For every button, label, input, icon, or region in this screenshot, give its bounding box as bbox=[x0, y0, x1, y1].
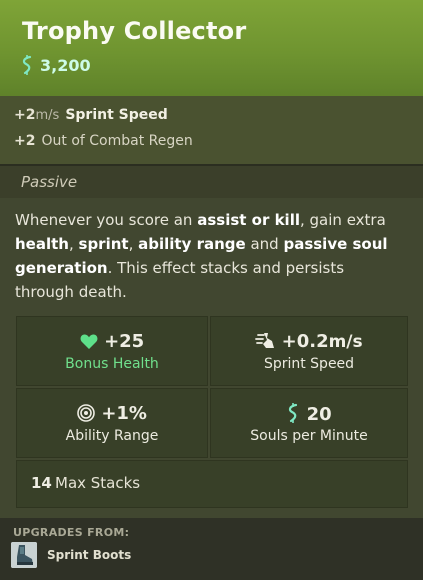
stat-value-row: +1% bbox=[17, 403, 207, 424]
stat-unit: % bbox=[128, 403, 147, 424]
max-stacks: 14 Max Stacks bbox=[16, 460, 408, 508]
stat-bonus-health: +25 Bonus Health bbox=[16, 316, 208, 386]
desc-highlight: assist or kill bbox=[197, 211, 300, 229]
stat-label: Souls per Minute bbox=[250, 428, 368, 444]
stat-value: +25 bbox=[104, 331, 145, 352]
stat-value-row: +0.2m/s bbox=[211, 331, 407, 352]
property-out-of-combat-regen: +2 Out of Combat Regen bbox=[14, 133, 193, 149]
upgrade-item-sprint-boots[interactable]: Sprint Boots bbox=[11, 542, 131, 568]
stat-sprint-speed: +0.2m/s Sprint Speed bbox=[210, 316, 408, 386]
stat-label: Ability Range bbox=[65, 428, 159, 444]
upgrade-item-name: Sprint Boots bbox=[47, 548, 132, 562]
stat-souls-per-minute: 20 Souls per Minute bbox=[210, 388, 408, 458]
item-cost: 3,200 bbox=[20, 55, 91, 75]
soul-icon bbox=[22, 55, 32, 75]
upgrades-header: UPGRADES FROM: bbox=[13, 526, 130, 539]
item-tooltip: Trophy Collector 3,200 +2m/s Sprint Speed… bbox=[0, 0, 423, 580]
stat-ability-range: +1% Ability Range bbox=[16, 388, 208, 458]
item-title: Trophy Collector bbox=[22, 17, 247, 45]
target-icon bbox=[77, 404, 95, 422]
stat-value: +1 bbox=[101, 403, 129, 424]
desc-text: Whenever you score an bbox=[15, 211, 198, 229]
desc-text: and bbox=[245, 235, 284, 253]
item-header: Trophy Collector 3,200 bbox=[0, 0, 423, 96]
property-sprint-speed: +2m/s Sprint Speed bbox=[14, 107, 168, 123]
max-stacks-label: Max Stacks bbox=[55, 474, 141, 492]
passive-label: Passive bbox=[21, 173, 78, 191]
passive-header: Passive bbox=[0, 166, 423, 198]
max-stacks-value: 14 bbox=[31, 474, 52, 492]
stat-value-row: 20 bbox=[211, 403, 407, 425]
upgrades-from: UPGRADES FROM: Sprint Boots bbox=[0, 518, 423, 580]
heart-icon bbox=[80, 334, 98, 349]
stat-value: +0.2 bbox=[281, 331, 329, 352]
stat-unit: m/s bbox=[328, 332, 363, 352]
passive-description: Whenever you score an assist or kill, ga… bbox=[15, 208, 407, 304]
soul-icon bbox=[289, 403, 298, 423]
desc-text: , gain extra bbox=[300, 211, 386, 229]
stat-value: 20 bbox=[306, 404, 332, 425]
desc-highlight: ability range bbox=[138, 235, 246, 253]
stat-label: Bonus Health bbox=[65, 356, 159, 372]
property-unit: m/s bbox=[35, 108, 60, 123]
desc-highlight: health bbox=[15, 235, 69, 253]
desc-text: , bbox=[68, 235, 79, 253]
desc-text: , bbox=[128, 235, 139, 253]
sprint-boots-icon bbox=[11, 542, 37, 568]
property-label: Out of Combat Regen bbox=[41, 133, 193, 149]
cost-amount: 3,200 bbox=[40, 55, 91, 75]
property-label: Sprint Speed bbox=[65, 107, 168, 123]
stat-value-row: +25 bbox=[17, 331, 207, 352]
sprint-icon bbox=[255, 333, 275, 348]
property-value: +2 bbox=[14, 133, 36, 149]
property-value: +2 bbox=[14, 107, 36, 123]
stat-label: Sprint Speed bbox=[263, 356, 355, 372]
item-properties: +2m/s Sprint Speed +2 Out of Combat Regen bbox=[0, 96, 423, 164]
desc-highlight: sprint bbox=[78, 235, 129, 253]
